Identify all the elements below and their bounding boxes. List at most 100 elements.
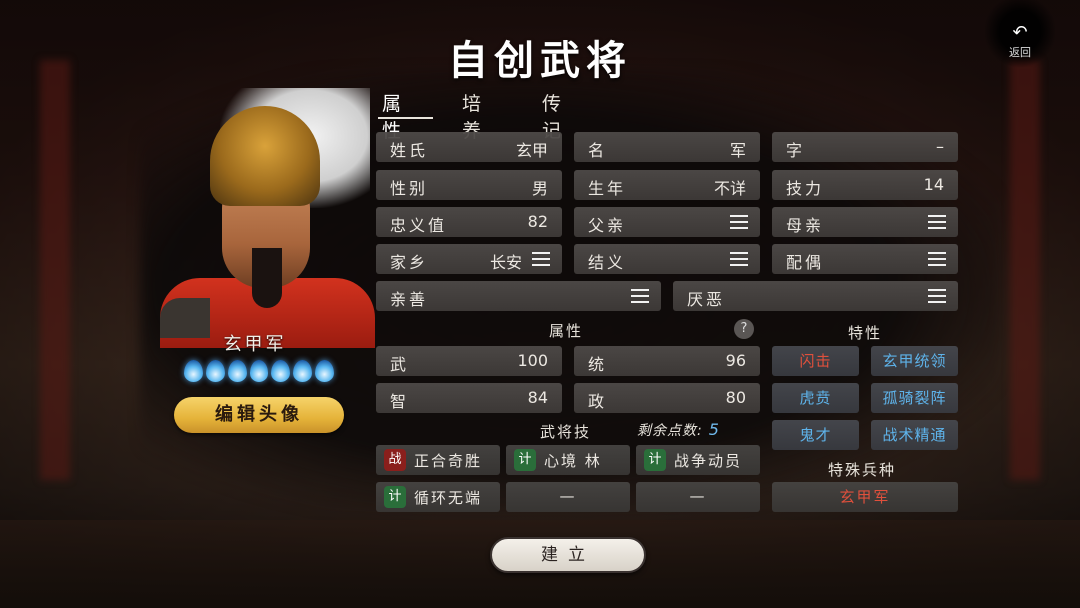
given-name-value: 军 — [729, 141, 746, 160]
war-badge-icon: 战 — [384, 449, 406, 471]
loyalty-label: 忠义值 — [390, 216, 448, 235]
background-pillar — [1010, 60, 1040, 480]
blue-flame-icon — [271, 360, 291, 382]
mother-field[interactable]: 母亲 — [772, 207, 958, 237]
general-beard — [252, 248, 282, 308]
empty-skill-slot[interactable]: — — [506, 482, 630, 512]
attributes-section-title: 属性 — [549, 322, 584, 340]
gender-label: 性别 — [390, 179, 429, 198]
politics-stat[interactable]: 政 80 — [574, 383, 760, 413]
special-unit-title: 特殊兵种 — [828, 461, 897, 479]
trait-item[interactable]: 孤骑裂阵 — [871, 383, 958, 413]
skill-power-label: 技力 — [786, 179, 825, 198]
skill-name: 心境 林 — [544, 452, 602, 470]
courtesy-name-label: 字 — [786, 141, 806, 160]
skill-power-value: 14 — [923, 175, 944, 194]
plan-badge-icon: 计 — [384, 486, 406, 508]
skill-slot[interactable]: 计 循环无端 — [376, 482, 500, 512]
golden-helmet — [210, 106, 320, 206]
trait-item[interactable]: 战术精通 — [871, 420, 958, 450]
war-value: 100 — [517, 351, 548, 370]
surname-field[interactable]: 姓氏 玄甲 — [376, 132, 562, 162]
loyalty-field[interactable]: 忠义值 82 — [376, 207, 562, 237]
disliked-label: 厌恶 — [687, 290, 726, 309]
create-button[interactable]: 建立 — [490, 537, 646, 573]
back-button[interactable]: ↶ 返回 — [985, 0, 1055, 70]
list-menu-icon[interactable] — [928, 252, 946, 266]
politics-label: 政 — [588, 392, 608, 411]
trait-item[interactable]: 玄甲统领 — [871, 346, 958, 376]
given-name-field[interactable]: 名 军 — [574, 132, 760, 162]
traits-section-title: 特性 — [848, 324, 883, 342]
remaining-points: 剩余点数: 5 — [637, 420, 720, 440]
skill-name: 循环无端 — [414, 489, 483, 507]
skill-power-field[interactable]: 技力 14 — [772, 170, 958, 200]
blue-flame-icon — [184, 360, 203, 382]
active-tab-underline — [378, 117, 433, 119]
disliked-field[interactable]: 厌恶 — [673, 281, 958, 311]
courtesy-name-value: – — [936, 137, 944, 156]
trait-item[interactable]: 虎贲 — [772, 383, 859, 413]
birth-year-value: 不详 — [713, 179, 746, 198]
hometown-label: 家乡 — [390, 253, 429, 272]
courtesy-name-field[interactable]: 字 – — [772, 132, 958, 162]
remaining-points-value: 5 — [708, 420, 720, 439]
list-menu-icon[interactable] — [928, 289, 946, 303]
skill-slot[interactable]: 计 心境 林 — [506, 445, 630, 475]
empty-skill-slot[interactable]: — — [636, 482, 760, 512]
gender-field[interactable]: 性别 男 — [376, 170, 562, 200]
skill-name: — — [689, 487, 707, 505]
list-menu-icon[interactable] — [532, 252, 550, 266]
blue-flame-icon — [205, 360, 225, 382]
skill-slot[interactable]: 计 战争动员 — [636, 445, 760, 475]
intelligence-label: 智 — [390, 392, 410, 411]
list-menu-icon[interactable] — [928, 215, 946, 229]
spouse-label: 配偶 — [786, 253, 825, 272]
war-stat[interactable]: 武 100 — [376, 346, 562, 376]
blue-flame-icon — [315, 360, 335, 382]
general-name: 玄甲军 — [223, 334, 287, 355]
intelligence-value: 84 — [527, 388, 548, 407]
list-menu-icon[interactable] — [730, 252, 748, 266]
skill-slot[interactable]: 战 正合奇胜 — [376, 445, 500, 475]
favored-field[interactable]: 亲善 — [376, 281, 661, 311]
trait-item[interactable]: 鬼才 — [772, 420, 859, 450]
list-menu-icon[interactable] — [631, 289, 649, 303]
flame-rating — [184, 360, 335, 384]
leadership-label: 统 — [588, 355, 608, 374]
given-name-label: 名 — [588, 141, 608, 160]
skills-section-title: 武将技 — [540, 423, 592, 441]
edit-portrait-button[interactable]: 编辑头像 — [174, 397, 344, 433]
sworn-sibling-field[interactable]: 结义 — [574, 244, 760, 274]
father-field[interactable]: 父亲 — [574, 207, 760, 237]
birth-year-label: 生年 — [588, 179, 627, 198]
hometown-field[interactable]: 家乡 长安 — [376, 244, 562, 274]
skill-name: 正合奇胜 — [414, 452, 483, 470]
father-label: 父亲 — [588, 216, 627, 235]
skill-name: 战争动员 — [674, 452, 743, 470]
birth-year-field[interactable]: 生年 不详 — [574, 170, 760, 200]
remaining-points-label: 剩余点数: — [637, 423, 703, 439]
blue-flame-icon — [227, 360, 247, 382]
leadership-value: 96 — [725, 351, 746, 370]
war-label: 武 — [390, 355, 410, 374]
trait-item[interactable]: 闪击 — [772, 346, 859, 376]
help-icon[interactable]: ? — [734, 319, 754, 339]
politics-value: 80 — [725, 388, 746, 407]
general-portrait — [160, 88, 375, 348]
plan-badge-icon: 计 — [644, 449, 666, 471]
plan-badge-icon: 计 — [514, 449, 536, 471]
hometown-value: 长安 — [489, 253, 522, 272]
background-pillar — [40, 60, 70, 480]
list-menu-icon[interactable] — [730, 215, 748, 229]
skill-name: — — [559, 487, 577, 505]
intelligence-stat[interactable]: 智 84 — [376, 383, 562, 413]
gender-value: 男 — [531, 179, 548, 198]
surname-value: 玄甲 — [515, 141, 548, 160]
spouse-field[interactable]: 配偶 — [772, 244, 958, 274]
favored-label: 亲善 — [390, 290, 429, 309]
surname-label: 姓氏 — [390, 141, 429, 160]
special-unit-value[interactable]: 玄甲军 — [772, 482, 958, 512]
mother-label: 母亲 — [786, 216, 825, 235]
leadership-stat[interactable]: 统 96 — [574, 346, 760, 376]
